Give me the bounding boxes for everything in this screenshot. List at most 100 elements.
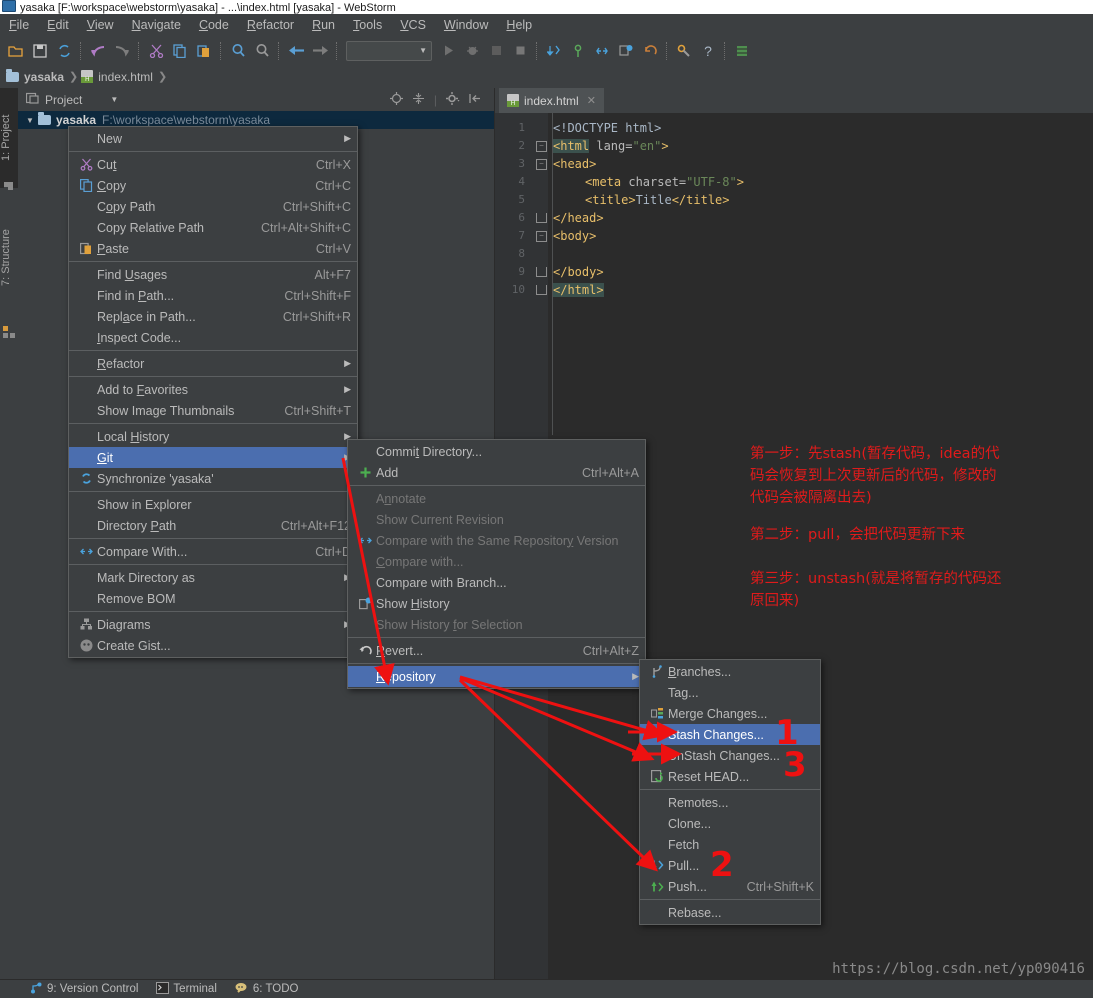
chevron-down-icon[interactable]: ▼: [26, 116, 38, 125]
code-line[interactable]: <!DOCTYPE html>: [553, 119, 661, 137]
stop-icon[interactable]: [508, 39, 532, 63]
git-menu-item-compare-with-branch[interactable]: Compare with Branch...: [348, 572, 645, 593]
repo-menu-item-clone[interactable]: Clone...: [640, 813, 820, 834]
search-structurally-icon[interactable]: [250, 39, 274, 63]
code-line[interactable]: <head>: [553, 155, 596, 173]
menubar-item-view[interactable]: View: [78, 16, 123, 34]
context-menu-item-compare-with[interactable]: Compare With... Ctrl+D: [69, 541, 357, 562]
help-icon[interactable]: ?: [696, 39, 720, 63]
fold-minus-icon[interactable]: −: [536, 141, 547, 152]
context-menu-item-git[interactable]: Git▶: [69, 447, 357, 468]
statusbar-item-terminal[interactable]: Terminal: [156, 981, 217, 997]
save-icon[interactable]: [28, 39, 52, 63]
fold-minus-icon[interactable]: −: [536, 231, 547, 242]
context-menu-item-refactor[interactable]: Refactor ▶: [69, 353, 357, 374]
compare-icon[interactable]: [590, 39, 614, 63]
git-menu-item-show-history[interactable]: Show History: [348, 593, 645, 614]
editor-tab-row[interactable]: index.html ✕: [495, 88, 1093, 115]
search-icon[interactable]: [226, 39, 250, 63]
paste-icon[interactable]: [192, 39, 216, 63]
context-menu-item-add-to-favorites[interactable]: Add to Favorites ▶: [69, 379, 357, 400]
menubar-item-refactor[interactable]: Refactor: [238, 16, 303, 34]
context-menu-item-new[interactable]: New ▶: [69, 128, 357, 149]
gear-icon[interactable]: [446, 91, 460, 108]
context-menu[interactable]: New ▶ Cut Ctrl+X Copy Ctrl+C Copy Path Ctrl+Shi…: [68, 126, 358, 658]
chevron-down-icon[interactable]: ▼: [110, 95, 118, 104]
breadcrumb[interactable]: yasaka ❯ index.html ❯: [6, 68, 170, 84]
git-menu-item-repository[interactable]: Repository ▶: [348, 666, 645, 687]
sync-icon[interactable]: [52, 39, 76, 63]
commit-icon[interactable]: [566, 39, 590, 63]
context-menu-item-copy[interactable]: Copy Ctrl+C: [69, 175, 357, 196]
context-menu-item-synchronize-yasaka[interactable]: Synchronize 'yasaka': [69, 468, 357, 489]
close-icon[interactable]: ✕: [587, 94, 596, 107]
context-menu-item-copy-path[interactable]: Copy Path Ctrl+Shift+C: [69, 196, 357, 217]
undo-icon[interactable]: [86, 39, 110, 63]
menubar-item-navigate[interactable]: Navigate: [123, 16, 190, 34]
sidebar-item-project[interactable]: 1: Project: [0, 88, 18, 188]
run-icon[interactable]: [436, 39, 460, 63]
code-line[interactable]: </html>: [553, 281, 604, 299]
context-menu-item-remove-bom[interactable]: Remove BOM: [69, 588, 357, 609]
copy-icon[interactable]: [168, 39, 192, 63]
statusbar-item-9-version-control[interactable]: 9: Version Control: [30, 982, 138, 997]
menubar-item-window[interactable]: Window: [435, 16, 497, 34]
code-line[interactable]: <title>Title</title>: [585, 191, 730, 209]
menubar-item-edit[interactable]: Edit: [38, 16, 78, 34]
fold-end-icon[interactable]: [536, 285, 547, 295]
context-menu-item-mark-directory-as[interactable]: Mark Directory as▶: [69, 567, 357, 588]
redo-icon[interactable]: [110, 39, 134, 63]
code-line[interactable]: <html lang="en">: [553, 137, 669, 155]
menubar-item-code[interactable]: Code: [190, 16, 238, 34]
main-toolbar[interactable]: ▼ ?: [0, 36, 1093, 66]
git-menu-item-add[interactable]: Add Ctrl+Alt+A: [348, 462, 645, 483]
context-menu-item-show-in-explorer[interactable]: Show in Explorer: [69, 494, 357, 515]
left-tool-strip[interactable]: 1: Project 7: Structure 2: Favorites: [0, 88, 19, 998]
context-menu-item-local-history[interactable]: Local History ▶: [69, 426, 357, 447]
main-menubar[interactable]: File Edit View Navigate Code Refactor Run Tools…: [0, 14, 1093, 37]
menubar-item-tools[interactable]: Tools: [344, 16, 391, 34]
repo-menu-item-rebase[interactable]: Rebase...: [640, 902, 820, 923]
run-configuration-select[interactable]: ▼: [346, 40, 432, 61]
fold-end-icon[interactable]: [536, 213, 547, 223]
repo-menu-item-remotes[interactable]: Remotes...: [640, 792, 820, 813]
breadcrumb-file[interactable]: index.html: [98, 70, 153, 84]
context-menu-item-copy-relative-path[interactable]: Copy Relative Path Ctrl+Alt+Shift+C: [69, 217, 357, 238]
sidebar-item-structure[interactable]: 7: Structure: [0, 200, 18, 316]
context-menu-item-diagrams[interactable]: Diagrams▶: [69, 614, 357, 635]
history-icon[interactable]: [614, 39, 638, 63]
git-menu-item-commit-directory[interactable]: Commit Directory...: [348, 441, 645, 462]
code-line[interactable]: <body>: [553, 227, 596, 245]
navigation-bar[interactable]: yasaka ❯ index.html ❯: [0, 65, 1093, 89]
git-submenu[interactable]: Commit Directory... Add Ctrl+Alt+A Annotate…: [347, 439, 646, 689]
revert-icon[interactable]: [638, 39, 662, 63]
repo-menu-item-tag[interactable]: Tag...: [640, 682, 820, 703]
fold-end-icon[interactable]: [536, 267, 547, 277]
menubar-item-help[interactable]: Help: [497, 16, 541, 34]
plugins-icon[interactable]: [730, 39, 754, 63]
menubar-item-vcs[interactable]: VCS: [391, 16, 435, 34]
breadcrumb-project[interactable]: yasaka: [24, 70, 64, 84]
context-menu-item-inspect-code[interactable]: Inspect Code...: [69, 327, 357, 348]
menubar-item-file[interactable]: File: [0, 16, 38, 34]
menubar-item-run[interactable]: Run: [303, 16, 344, 34]
collapse-all-icon[interactable]: [412, 92, 425, 108]
context-menu-item-replace-in-path[interactable]: Replace in Path... Ctrl+Shift+R: [69, 306, 357, 327]
forward-icon[interactable]: [308, 39, 332, 63]
tab-index-html[interactable]: index.html ✕: [499, 88, 604, 115]
context-menu-item-find-usages[interactable]: Find Usages Alt+F7: [69, 264, 357, 285]
context-menu-item-directory-path[interactable]: Directory Path Ctrl+Alt+F12: [69, 515, 357, 536]
locate-icon[interactable]: [389, 91, 403, 108]
open-icon[interactable]: [4, 39, 28, 63]
debug-icon[interactable]: [460, 39, 484, 63]
context-menu-item-paste[interactable]: Paste Ctrl+V: [69, 238, 357, 259]
context-menu-item-find-in-path[interactable]: Find in Path... Ctrl+Shift+F: [69, 285, 357, 306]
cut-icon[interactable]: [144, 39, 168, 63]
update-project-icon[interactable]: [542, 39, 566, 63]
context-menu-item-create-gist[interactable]: Create Gist...: [69, 635, 357, 656]
settings-icon[interactable]: [672, 39, 696, 63]
repository-submenu[interactable]: Branches... Tag... Merge Changes... Stash C…: [639, 659, 821, 925]
status-bar[interactable]: 9: Version Control Terminal 6: TODO: [0, 979, 1093, 998]
statusbar-item-6-todo[interactable]: 6: TODO: [235, 982, 298, 997]
coverage-icon[interactable]: [484, 39, 508, 63]
